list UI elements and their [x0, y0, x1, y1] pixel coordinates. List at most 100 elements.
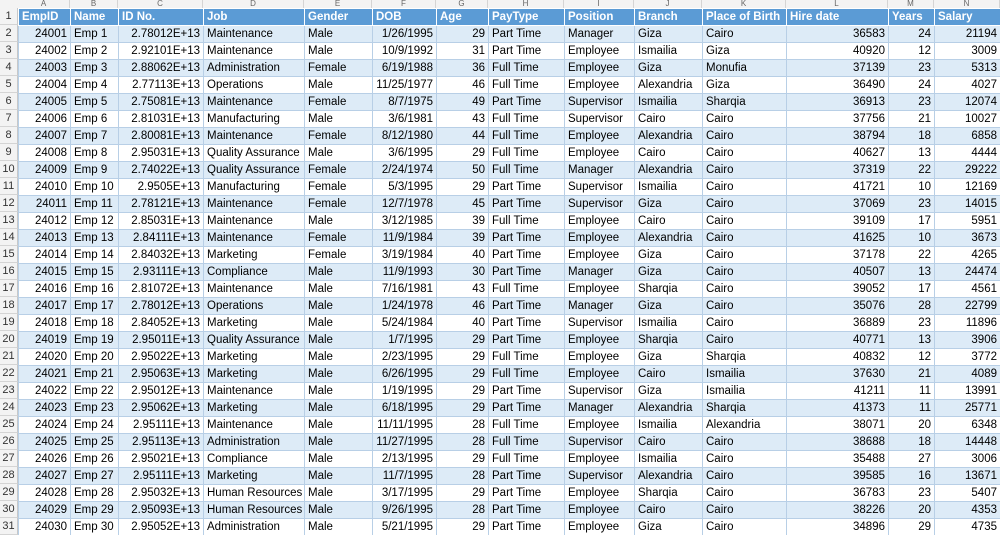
- column-letter-header[interactable]: D: [203, 0, 304, 8]
- table-cell[interactable]: Emp 28: [70, 484, 119, 502]
- table-cell[interactable]: 24018: [18, 314, 71, 332]
- table-cell[interactable]: Manufacturing: [203, 110, 305, 128]
- table-cell[interactable]: Emp 9: [70, 161, 119, 179]
- table-cell[interactable]: 21194: [934, 25, 1000, 43]
- table-cell[interactable]: 23: [888, 93, 935, 111]
- table-cell[interactable]: Ismailia: [634, 178, 703, 196]
- table-cell[interactable]: 40920: [786, 42, 889, 60]
- table-cell[interactable]: 43: [436, 110, 489, 128]
- table-cell[interactable]: Full Time: [488, 127, 565, 145]
- column-header-cell[interactable]: Gender: [304, 8, 373, 26]
- table-cell[interactable]: Emp 16: [70, 280, 119, 298]
- table-cell[interactable]: 20: [888, 416, 935, 434]
- table-cell[interactable]: Supervisor: [564, 195, 635, 213]
- table-cell[interactable]: 24008: [18, 144, 71, 162]
- table-cell[interactable]: Part Time: [488, 297, 565, 315]
- table-cell[interactable]: 31: [436, 42, 489, 60]
- table-cell[interactable]: Giza: [702, 76, 787, 94]
- table-cell[interactable]: 2.95031E+13: [118, 144, 204, 162]
- column-letter-header[interactable]: C: [118, 0, 203, 8]
- table-cell[interactable]: Part Time: [488, 501, 565, 519]
- table-cell[interactable]: 2.88062E+13: [118, 59, 204, 77]
- table-cell[interactable]: 10027: [934, 110, 1000, 128]
- table-cell[interactable]: Emp 30: [70, 518, 119, 535]
- table-cell[interactable]: 29: [436, 365, 489, 383]
- table-cell[interactable]: 2.77113E+13: [118, 76, 204, 94]
- table-cell[interactable]: 14448: [934, 433, 1000, 451]
- table-cell[interactable]: 23: [888, 59, 935, 77]
- table-cell[interactable]: 40: [436, 246, 489, 264]
- table-cell[interactable]: 2.95111E+13: [118, 416, 204, 434]
- table-cell[interactable]: Part Time: [488, 467, 565, 485]
- row-number-header[interactable]: 28: [0, 467, 18, 484]
- table-cell[interactable]: 4353: [934, 501, 1000, 519]
- table-cell[interactable]: Sharqia: [634, 280, 703, 298]
- table-cell[interactable]: Male: [304, 365, 373, 383]
- table-cell[interactable]: 9/26/1995: [372, 501, 437, 519]
- table-cell[interactable]: 41625: [786, 229, 889, 247]
- table-cell[interactable]: Giza: [634, 263, 703, 281]
- table-cell[interactable]: 23: [888, 195, 935, 213]
- table-cell[interactable]: 2.95022E+13: [118, 348, 204, 366]
- table-cell[interactable]: 2.80081E+13: [118, 127, 204, 145]
- table-cell[interactable]: Employee: [564, 229, 635, 247]
- table-cell[interactable]: 3673: [934, 229, 1000, 247]
- table-cell[interactable]: Male: [304, 416, 373, 434]
- table-cell[interactable]: 11/27/1995: [372, 433, 437, 451]
- table-cell[interactable]: Male: [304, 433, 373, 451]
- table-cell[interactable]: Full Time: [488, 59, 565, 77]
- table-cell[interactable]: Employee: [564, 348, 635, 366]
- table-cell[interactable]: Emp 24: [70, 416, 119, 434]
- table-cell[interactable]: 35076: [786, 297, 889, 315]
- table-cell[interactable]: Ismailia: [702, 382, 787, 400]
- table-cell[interactable]: Ismailia: [702, 365, 787, 383]
- table-cell[interactable]: Quality Assurance: [203, 144, 305, 162]
- table-cell[interactable]: 5/21/1995: [372, 518, 437, 535]
- table-cell[interactable]: Female: [304, 246, 373, 264]
- table-cell[interactable]: Cairo: [634, 144, 703, 162]
- table-cell[interactable]: 1/24/1978: [372, 297, 437, 315]
- table-cell[interactable]: Alexandria: [634, 161, 703, 179]
- table-cell[interactable]: Supervisor: [564, 467, 635, 485]
- row-number-header[interactable]: 16: [0, 263, 18, 280]
- table-cell[interactable]: Female: [304, 229, 373, 247]
- table-cell[interactable]: 2.78121E+13: [118, 195, 204, 213]
- row-number-header[interactable]: 20: [0, 331, 18, 348]
- table-cell[interactable]: Cairo: [702, 246, 787, 264]
- table-cell[interactable]: 39: [436, 212, 489, 230]
- table-cell[interactable]: 25771: [934, 399, 1000, 417]
- table-cell[interactable]: 3/6/1995: [372, 144, 437, 162]
- table-cell[interactable]: Emp 26: [70, 450, 119, 468]
- table-cell[interactable]: Female: [304, 161, 373, 179]
- table-cell[interactable]: 24030: [18, 518, 71, 535]
- row-number-header[interactable]: 22: [0, 365, 18, 382]
- column-header-cell[interactable]: Name: [70, 8, 119, 26]
- row-number-header[interactable]: 10: [0, 161, 18, 178]
- table-cell[interactable]: 4265: [934, 246, 1000, 264]
- table-cell[interactable]: 13671: [934, 467, 1000, 485]
- table-cell[interactable]: 3009: [934, 42, 1000, 60]
- table-cell[interactable]: Employee: [564, 212, 635, 230]
- table-cell[interactable]: 10: [888, 178, 935, 196]
- table-cell[interactable]: 40832: [786, 348, 889, 366]
- table-cell[interactable]: 2.95032E+13: [118, 484, 204, 502]
- table-cell[interactable]: 24026: [18, 450, 71, 468]
- table-cell[interactable]: 38226: [786, 501, 889, 519]
- table-cell[interactable]: 4561: [934, 280, 1000, 298]
- table-cell[interactable]: Cairo: [634, 212, 703, 230]
- row-number-header[interactable]: 6: [0, 93, 18, 110]
- table-cell[interactable]: 2.81072E+13: [118, 280, 204, 298]
- table-cell[interactable]: Cairo: [702, 144, 787, 162]
- table-cell[interactable]: 21: [888, 110, 935, 128]
- table-cell[interactable]: 18: [888, 433, 935, 451]
- table-cell[interactable]: Cairo: [702, 25, 787, 43]
- table-cell[interactable]: Alexandria: [634, 229, 703, 247]
- table-cell[interactable]: Emp 8: [70, 144, 119, 162]
- table-cell[interactable]: 39: [436, 229, 489, 247]
- table-cell[interactable]: 39585: [786, 467, 889, 485]
- table-cell[interactable]: Male: [304, 501, 373, 519]
- table-cell[interactable]: 10/9/1992: [372, 42, 437, 60]
- table-cell[interactable]: Cairo: [702, 161, 787, 179]
- table-cell[interactable]: Part Time: [488, 178, 565, 196]
- column-letter-header[interactable]: B: [70, 0, 118, 8]
